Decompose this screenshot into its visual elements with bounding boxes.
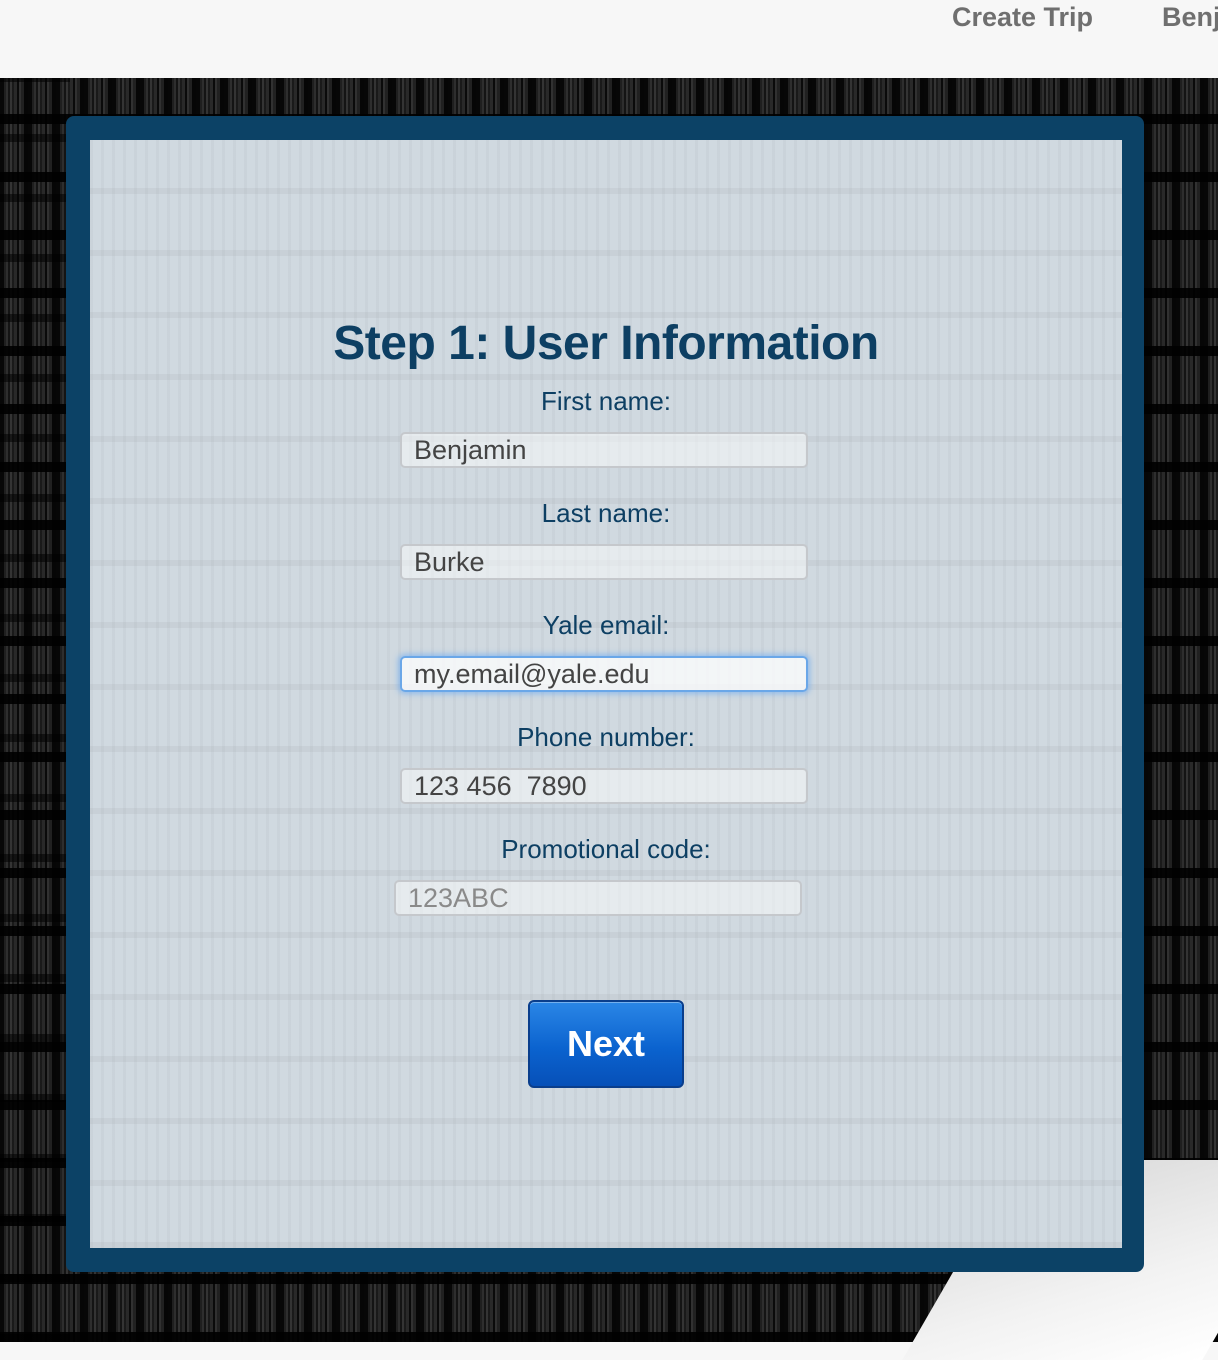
email-label: Yale email: — [542, 610, 670, 640]
last-name-input[interactable] — [400, 544, 808, 580]
create-trip-link[interactable]: Create Trip — [952, 0, 1093, 34]
phone-input[interactable] — [400, 768, 808, 804]
phone-label: Phone number: — [517, 722, 695, 752]
next-button[interactable]: Next — [528, 1000, 684, 1088]
top-nav: Create Trip Benj — [0, 0, 1218, 78]
promo-code-label: Promotional code: — [501, 834, 711, 864]
last-name-label: Last name: — [541, 498, 671, 528]
page-title: Step 1: User Information — [333, 317, 879, 370]
form-dialog-frame: Step 1: User Information First name: Las… — [66, 116, 1144, 1272]
email-input[interactable] — [400, 656, 808, 692]
promo-code-input[interactable] — [394, 880, 802, 916]
form-panel: Step 1: User Information First name: Las… — [90, 140, 1122, 1248]
first-name-input[interactable] — [400, 432, 808, 468]
first-name-label: First name: — [540, 386, 672, 416]
background-shelf-shadow — [0, 78, 70, 1342]
user-menu-link[interactable]: Benj — [1162, 0, 1218, 34]
